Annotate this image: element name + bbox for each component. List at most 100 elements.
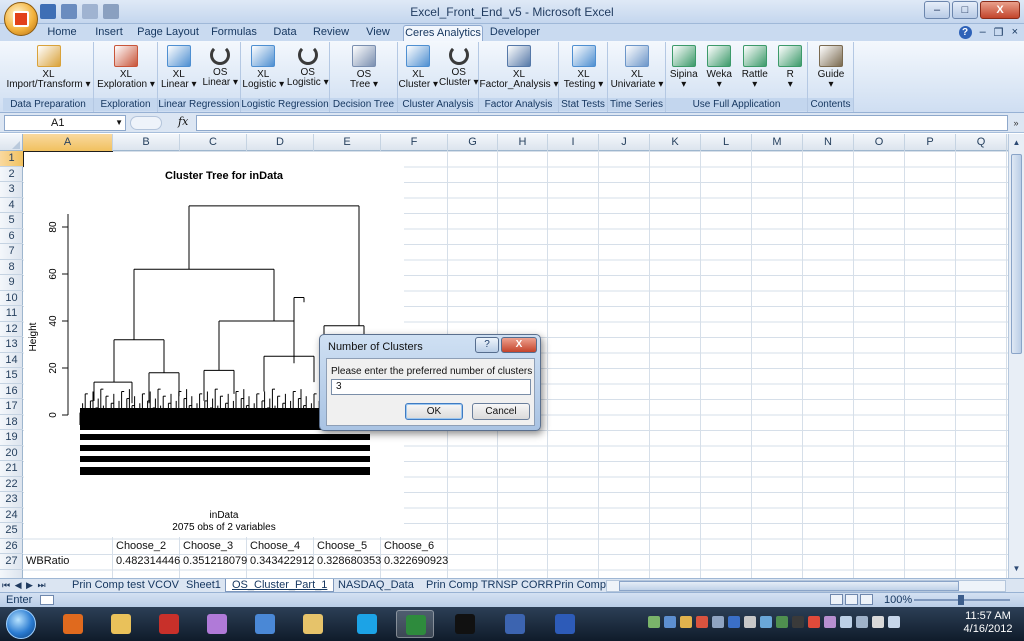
rattle--button[interactable]: Rattle ▾: [737, 45, 773, 90]
row-header-6[interactable]: 6: [0, 229, 23, 244]
tray-icon[interactable]: [760, 616, 772, 628]
tab-page-layout[interactable]: Page Layout: [133, 25, 203, 41]
row-header-22[interactable]: 22: [0, 477, 23, 492]
row-header-8[interactable]: 8: [0, 260, 23, 275]
tray-icon[interactable]: [776, 616, 788, 628]
select-all-corner[interactable]: [0, 134, 23, 151]
guide--button[interactable]: Guide ▾: [808, 45, 854, 90]
horizontal-scroll-thumb[interactable]: [619, 581, 959, 591]
workbook-close-button[interactable]: ×: [1012, 26, 1018, 39]
tab-ceres-analytics[interactable]: Ceres Analytics: [403, 25, 483, 41]
column-header-m[interactable]: M: [752, 134, 803, 151]
tray-icon[interactable]: [824, 616, 836, 628]
os-tree-button[interactable]: OS Tree ▾: [330, 45, 398, 90]
formula-input[interactable]: [196, 115, 1008, 131]
help-icon[interactable]: ?: [958, 26, 972, 39]
row-header-2[interactable]: 2: [0, 167, 23, 182]
column-header-g[interactable]: G: [448, 134, 498, 151]
cell-value[interactable]: 0.351218079: [183, 555, 247, 567]
row-header-16[interactable]: 16: [0, 384, 23, 399]
row-header-9[interactable]: 9: [0, 275, 23, 291]
column-header-j[interactable]: J: [599, 134, 650, 151]
row-header-4[interactable]: 4: [0, 198, 23, 213]
column-header-i[interactable]: I: [548, 134, 599, 151]
xl-factor_analysis-button[interactable]: XL Factor_Analysis ▾: [479, 45, 559, 90]
zoom-level[interactable]: 100%: [884, 594, 912, 606]
row-header-26[interactable]: 26: [0, 539, 23, 554]
row-header-18[interactable]: 18: [0, 415, 23, 430]
tab-review[interactable]: Review: [307, 25, 355, 41]
maximize-button[interactable]: □: [952, 1, 978, 19]
row-header-20[interactable]: 20: [0, 446, 23, 461]
weka--button[interactable]: Weka ▾: [702, 45, 738, 90]
row-header-1[interactable]: 1: [0, 151, 23, 167]
minimize-button[interactable]: –: [924, 1, 950, 19]
office-button[interactable]: [4, 2, 38, 36]
normal-view-button[interactable]: [830, 594, 843, 605]
cell-value[interactable]: 0.328680353: [317, 555, 381, 567]
tab-formulas[interactable]: Formulas: [205, 25, 263, 41]
row-header-11[interactable]: 11: [0, 306, 23, 322]
cell-choose-header[interactable]: Choose_3: [183, 540, 233, 552]
taskbar-word[interactable]: [546, 610, 584, 638]
bluetooth-icon[interactable]: [728, 616, 740, 628]
row-header-14[interactable]: 14: [0, 353, 23, 368]
xl-linear-button[interactable]: XL Linear ▾: [158, 45, 200, 90]
dialog-help-button[interactable]: ?: [475, 337, 499, 353]
row-header-7[interactable]: 7: [0, 244, 23, 260]
vertical-scrollbar[interactable]: ▲ ▼: [1008, 134, 1024, 578]
page-layout-view-button[interactable]: [845, 594, 858, 605]
formula-cancel-enter-buttons[interactable]: [130, 116, 162, 130]
taskbar-pdf[interactable]: [150, 610, 188, 638]
cell-choose-header[interactable]: Choose_4: [250, 540, 300, 552]
sheet-tab-prin-comp-trnsp-corr[interactable]: Prin Comp TRNSP CORR: [420, 579, 559, 592]
zoom-slider-knob[interactable]: [958, 595, 964, 605]
tray-icon[interactable]: [696, 616, 708, 628]
clock[interactable]: 11:57 AM 4/16/2012: [958, 610, 1018, 636]
taskbar-cmd[interactable]: [446, 610, 484, 638]
cell-value[interactable]: 0.343422912: [250, 555, 314, 567]
xl-exploration-button[interactable]: XL Exploration ▾: [94, 45, 158, 90]
gmail-icon[interactable]: [808, 616, 820, 628]
workbook-minimize-button[interactable]: –: [980, 26, 986, 39]
cell-choose-header[interactable]: Choose_2: [116, 540, 166, 552]
column-header-h[interactable]: H: [498, 134, 548, 151]
sheet-tab-nasdaq_data[interactable]: NASDAQ_Data: [332, 579, 420, 592]
power-icon[interactable]: [872, 616, 884, 628]
tray-icon[interactable]: [744, 616, 756, 628]
row-header-15[interactable]: 15: [0, 368, 23, 384]
cell-row-label[interactable]: WBRatio: [26, 555, 69, 567]
horizontal-scrollbar[interactable]: [606, 580, 1006, 592]
xl-logistic-button[interactable]: XL Logistic ▾: [241, 45, 286, 90]
os-cluster-button[interactable]: OS Cluster ▾: [439, 45, 480, 88]
insert-function-button[interactable]: fx: [178, 115, 188, 128]
taskbar-r-gui[interactable]: [496, 610, 534, 638]
row-header-3[interactable]: 3: [0, 182, 23, 198]
column-header-d[interactable]: D: [247, 134, 314, 151]
tab-insert[interactable]: Insert: [86, 25, 132, 41]
expand-formula-bar-icon[interactable]: »: [1010, 115, 1022, 131]
row-header-10[interactable]: 10: [0, 291, 23, 306]
taskbar-itunes[interactable]: [246, 610, 284, 638]
tray-icon[interactable]: [712, 616, 724, 628]
column-header-l[interactable]: L: [701, 134, 752, 151]
sheet-tab-os_cluster_part_1[interactable]: OS_Cluster_Part_1: [225, 579, 335, 592]
cell-choose-header[interactable]: Choose_6: [384, 540, 434, 552]
cell-choose-header[interactable]: Choose_5: [317, 540, 367, 552]
sheet-tab-sheet1[interactable]: Sheet1: [180, 579, 227, 592]
clusters-input[interactable]: 3: [331, 379, 531, 395]
close-button[interactable]: X: [980, 1, 1020, 19]
row-header-5[interactable]: 5: [0, 213, 23, 229]
xl-cluster-button[interactable]: XL Cluster ▾: [398, 45, 439, 90]
cell-value[interactable]: 0.482314446: [116, 555, 180, 567]
column-header-f[interactable]: F: [381, 134, 448, 151]
taskbar-firefox[interactable]: [54, 610, 92, 638]
column-header-e[interactable]: E: [314, 134, 381, 151]
taskbar-winamp[interactable]: [198, 610, 236, 638]
column-header-q[interactable]: Q: [956, 134, 1007, 151]
tab-view[interactable]: View: [357, 25, 399, 41]
os-logistic-button[interactable]: OS Logistic ▾: [286, 45, 331, 88]
cell-value[interactable]: 0.322690923: [384, 555, 448, 567]
column-header-c[interactable]: C: [180, 134, 247, 151]
tray-icon[interactable]: [792, 616, 804, 628]
